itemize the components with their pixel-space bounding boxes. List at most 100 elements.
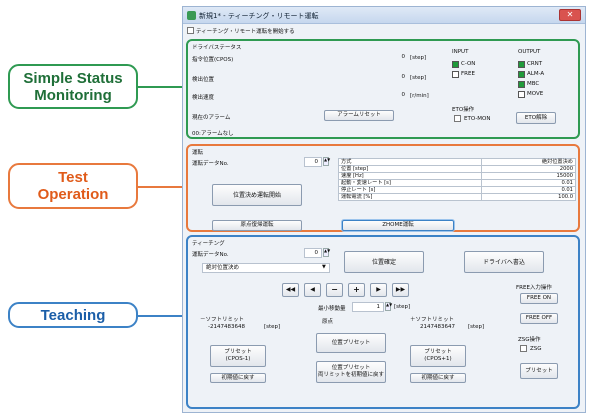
eto-mon-checkbox[interactable] (454, 115, 461, 122)
start-teaching-checkbox[interactable] (187, 27, 194, 34)
status-group-label: ドライバステータス (192, 45, 242, 51)
min-move-label: 最小移動量 (318, 306, 346, 312)
soft-limit-minus-label: －ソフトリミット (200, 317, 245, 323)
both-limits-initial-button[interactable]: 位置プリセット 両リミットを初期値に戻す (316, 361, 386, 383)
teaching-callout: Teaching (8, 302, 138, 328)
table-row: 運転電流 [%] 100.0 (338, 193, 577, 201)
initial-plus-button[interactable]: 初期値に戻す (410, 373, 466, 383)
output-led-mbc (518, 81, 525, 88)
operation-data-table: 方式 絶対位置決め 位置 [step] 2000 速度 [Hz] 15000 起動・変… (338, 158, 577, 201)
table-cell: 絶対位置決め (480, 158, 577, 166)
output-label-move: MOVE (527, 91, 544, 97)
output-led-crnt (518, 61, 525, 68)
preset-cpos-minus-button[interactable]: プリセット (CPOS-1) (210, 345, 266, 367)
alarm-text: 00:アラームなし (192, 131, 234, 137)
both-limits-initial-label: 位置プリセット 両リミットを初期値に戻す (317, 365, 384, 378)
preset-cpos-plus-button[interactable]: プリセット (CPOS+1) (410, 345, 466, 367)
table-cell: 速度 [Hz] (338, 172, 482, 180)
teach-data-no-spinner[interactable]: ▲▼ (323, 248, 330, 257)
teaching-connector (138, 315, 185, 317)
eto-mon-label: ETO-MON (464, 116, 491, 122)
status-callout: Simple Status Monitoring (8, 64, 138, 109)
alarm-label: 現在のアラーム (192, 115, 231, 121)
input-header: INPUT (452, 49, 469, 55)
teaching-panel: ティーチング 運転データNo. 0 ▲▼ 絶対位置決め ▼ 位置確定 ドライバへ… (186, 235, 580, 409)
zsg-checkbox-label: ZSG (530, 346, 542, 352)
input-led-free (452, 71, 459, 78)
table-cell: 起動・変速レート [s] (338, 179, 482, 187)
table-row: 位置 [step] 2000 (338, 165, 577, 173)
jog-left-button[interactable]: ◀ (304, 283, 321, 297)
det-pos-value: 0 (401, 74, 406, 80)
det-speed-unit: [r/min] (410, 93, 429, 99)
table-cell: 100.0 (480, 193, 577, 201)
input-label-c-on: C-ON (461, 61, 476, 67)
op-data-no-spinner[interactable]: ▲▼ (323, 157, 330, 166)
close-button[interactable]: ✕ (559, 9, 581, 21)
preset-button[interactable]: プリセット (520, 363, 558, 379)
zsg-checkbox[interactable] (520, 345, 527, 352)
teaching-remote-window: 新規1* - ティーチング・リモート運転 ✕ ティーチング・リモート運転を開始す… (182, 6, 586, 413)
start-teaching-label: ティーチング・リモート運転を開始する (196, 29, 295, 35)
cmd-pos-label: 指令位置(CPOS) (192, 57, 234, 63)
table-row: 起動・変速レート [s] 0.01 (338, 179, 577, 187)
eto-label: ETO操作 (452, 107, 475, 113)
alarm-reset-button[interactable]: アラームリセット (324, 110, 394, 121)
test-connector (138, 186, 185, 188)
table-cell: 0.01 (480, 179, 577, 187)
teach-data-no-label: 運転データNo. (192, 252, 229, 258)
soft-limit-minus-value: -2147483648 (208, 324, 245, 330)
zsg-label: ZSG操作 (518, 337, 541, 343)
zhome-button[interactable]: ZHOME運転 (342, 220, 454, 231)
det-pos-label: 検出位置 (192, 77, 215, 83)
min-move-input[interactable]: 1 (352, 302, 384, 312)
output-label-mbc: MBC (527, 81, 540, 87)
positioning-start-button[interactable]: 位置決め運転開始 (212, 184, 302, 206)
output-led-alm-a (518, 71, 525, 78)
return-to-home-button[interactable]: 原点復帰運転 (212, 220, 302, 231)
jog-right-button[interactable]: ▶ (370, 283, 387, 297)
initial-minus-button[interactable]: 初期値に戻す (210, 373, 266, 383)
position-preset-button[interactable]: 位置プリセット (316, 333, 386, 353)
origin-label: 原点 (322, 319, 334, 325)
soft-limit-plus-unit: [step] (468, 324, 485, 330)
output-label-crnt: CRNT (527, 61, 543, 67)
table-cell: 方式 (338, 158, 482, 166)
jog-fast-right-button[interactable]: ▶▶ (392, 283, 409, 297)
table-cell: 位置 [step] (338, 165, 482, 173)
preset-cpos-minus-label: プリセット (CPOS-1) (224, 349, 252, 362)
status-callout-text: Simple Status Monitoring (23, 69, 123, 104)
teaching-group-label: ティーチング (192, 241, 225, 247)
free-off-button[interactable]: FREE OFF (520, 313, 558, 324)
teach-data-no-input[interactable]: 0 (304, 248, 322, 258)
op-data-no-input[interactable]: 0 (304, 157, 322, 167)
free-input-label: FREE入力操作 (516, 285, 552, 291)
det-speed-label: 検出速度 (192, 95, 215, 101)
jog-minus-button[interactable]: − (326, 283, 343, 297)
eto-release-button[interactable]: ETO解除 (516, 112, 556, 124)
output-header: OUTPUT (518, 49, 541, 55)
soft-limit-plus-label: ＋ソフトリミット (410, 317, 455, 323)
status-connector (138, 86, 185, 88)
table-cell: 2000 (480, 165, 577, 173)
free-on-button[interactable]: FREE ON (520, 293, 558, 304)
table-row: 方式 絶対位置決め (338, 158, 577, 166)
table-row: 速度 [Hz] 15000 (338, 172, 577, 180)
driver-write-button[interactable]: ドライバへ書込 (464, 251, 544, 273)
jog-fast-left-button[interactable]: ◀◀ (282, 283, 299, 297)
mode-select[interactable]: 絶対位置決め (202, 263, 330, 273)
table-cell: 停止レート [s] (338, 186, 482, 194)
table-cell: 15000 (480, 172, 577, 180)
cmd-pos-unit: [step] (410, 55, 427, 61)
min-move-spinner[interactable]: ▲▼ (385, 302, 392, 311)
chevron-down-icon: ▼ (322, 264, 326, 270)
det-pos-unit: [step] (410, 75, 427, 81)
preset-cpos-plus-label: プリセット (CPOS+1) (424, 349, 452, 362)
input-led-c-on (452, 61, 459, 68)
output-led-move (518, 91, 525, 98)
position-confirm-button[interactable]: 位置確定 (344, 251, 424, 273)
input-label-free: FREE (461, 71, 475, 77)
test-callout: Test Operation (8, 163, 138, 209)
jog-plus-button[interactable]: + (348, 283, 365, 297)
title-bar: 新規1* - ティーチング・リモート運転 ✕ (183, 7, 585, 24)
